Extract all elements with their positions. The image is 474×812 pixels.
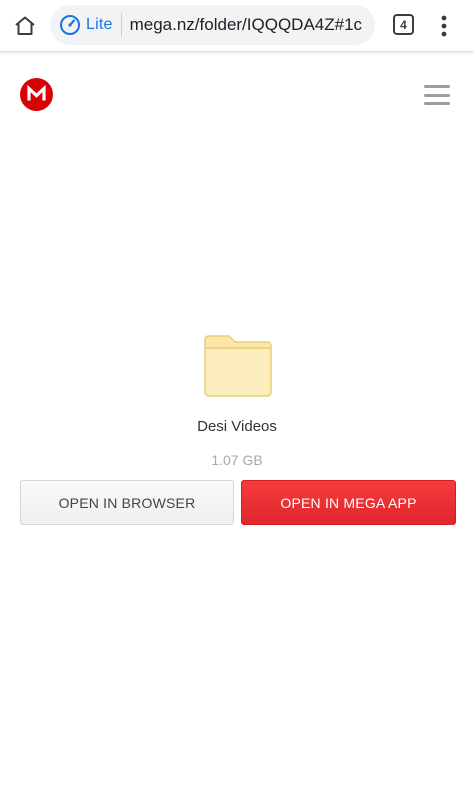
url-text[interactable]: mega.nz/folder/IQQQDA4Z#1c [130, 15, 362, 35]
open-in-browser-button[interactable]: OPEN IN BROWSER [20, 480, 234, 525]
tab-switcher-button[interactable]: 4 [391, 13, 415, 37]
hamburger-icon-bar [424, 93, 450, 97]
folder-name: Desi Videos [197, 418, 277, 435]
tab-count: 4 [393, 14, 414, 35]
mega-logo-icon [20, 78, 53, 111]
browser-menu-button[interactable] [434, 12, 454, 40]
folder-icon [203, 334, 273, 398]
address-bar[interactable]: Lite mega.nz/folder/IQQQDA4Z#1c [50, 5, 375, 45]
mega-logo[interactable] [20, 78, 53, 111]
address-bar-divider [120, 13, 122, 37]
hamburger-icon [424, 85, 450, 88]
open-in-mega-app-button[interactable]: OPEN IN MEGA APP [241, 480, 456, 525]
browser-toolbar: Lite mega.nz/folder/IQQQDA4Z#1c 4 [0, 0, 474, 52]
lite-mode-icon [59, 14, 81, 36]
home-icon [15, 16, 35, 35]
lite-label: Lite [86, 16, 113, 33]
home-button[interactable] [9, 10, 41, 42]
more-vert-icon [441, 15, 447, 37]
hamburger-menu-button[interactable] [424, 85, 450, 105]
lite-mode-indicator[interactable]: Lite [50, 5, 121, 45]
hamburger-icon-bar [424, 102, 450, 105]
folder-size: 1.07 GB [211, 452, 263, 468]
